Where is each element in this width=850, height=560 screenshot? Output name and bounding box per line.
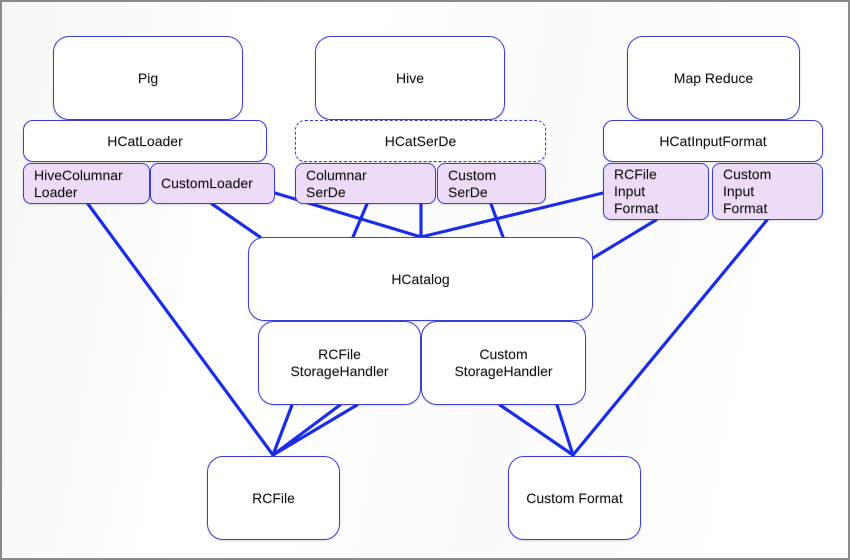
- node-label: Custom Input Format: [723, 166, 772, 216]
- node-custominputformat: Custom Input Format: [712, 163, 823, 220]
- node-label: RCFile: [252, 489, 295, 506]
- node-rcfilestoragehandler: RCFile StorageHandler: [258, 321, 421, 405]
- node-label: RCFile StorageHandler: [290, 346, 389, 379]
- node-customstoragehandler: Custom StorageHandler: [421, 321, 586, 405]
- node-label: HCatLoader: [107, 132, 183, 149]
- node-hcatalog: HCatalog: [248, 237, 593, 321]
- node-customserde: Custom SerDe: [437, 163, 546, 204]
- node-label: Custom Format: [526, 489, 623, 506]
- node-rcfile: RCFile: [207, 456, 340, 540]
- node-hcatserde: HCatSerDe: [295, 120, 546, 162]
- node-label: Custom SerDe: [448, 166, 497, 200]
- node-label: CustomLoader: [161, 175, 253, 191]
- node-hivecolumnarloader: HiveColumnar Loader: [23, 163, 150, 204]
- node-customformat: Custom Format: [508, 456, 641, 540]
- node-label: HCatalog: [391, 270, 450, 287]
- node-mapreduce: Map Reduce: [627, 36, 800, 120]
- node-label: Hive: [395, 69, 424, 86]
- node-label: HCatInputFormat: [659, 132, 767, 149]
- node-label: HCatSerDe: [384, 132, 457, 149]
- node-hive: Hive: [315, 36, 505, 120]
- node-label: Pig: [137, 69, 159, 86]
- node-columnarserde: Columnar SerDe: [295, 163, 436, 204]
- node-label: Columnar SerDe: [306, 166, 367, 200]
- node-label: RCFile Input Format: [614, 166, 659, 216]
- node-label: HiveColumnar Loader: [34, 166, 123, 200]
- node-label: Custom StorageHandler: [454, 346, 553, 379]
- node-label: Map Reduce: [673, 69, 754, 86]
- node-customloader: CustomLoader: [150, 163, 275, 204]
- node-hcatloader: HCatLoader: [23, 120, 267, 162]
- node-hcatinputformat: HCatInputFormat: [603, 120, 823, 162]
- node-rcfileinputformat: RCFile Input Format: [603, 163, 709, 220]
- node-pig: Pig: [53, 36, 243, 120]
